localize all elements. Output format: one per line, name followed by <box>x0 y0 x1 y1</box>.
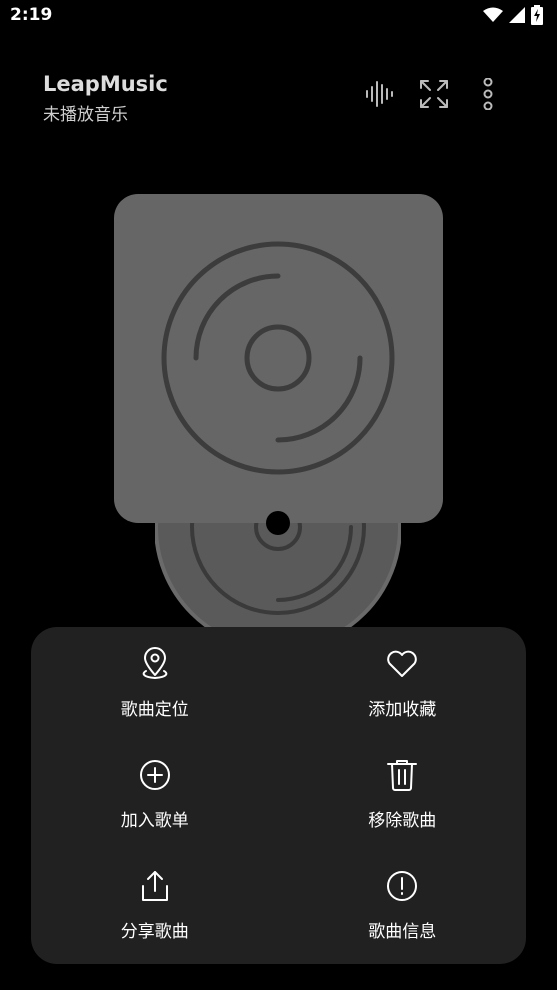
action-label: 移除歌曲 <box>368 811 437 831</box>
info-icon <box>385 869 419 903</box>
add-to-playlist-button[interactable]: 加入歌单 <box>31 738 279 849</box>
add-favorite-button[interactable]: 添加收藏 <box>279 627 527 738</box>
header-actions <box>353 77 515 114</box>
remove-song-button[interactable]: 移除歌曲 <box>279 738 527 849</box>
action-label: 分享歌曲 <box>120 922 189 942</box>
action-label: 加入歌单 <box>120 811 189 831</box>
fullscreen-button[interactable] <box>407 78 461 114</box>
actions-grid: 歌曲定位 添加收藏 加入歌单 移除歌曲 分享歌曲 歌曲信息 <box>31 627 526 964</box>
action-label: 歌曲信息 <box>368 922 437 942</box>
song-info-button[interactable]: 歌曲信息 <box>279 849 527 960</box>
status-time: 2:19 <box>10 5 53 25</box>
expand-icon <box>419 79 449 113</box>
action-label: 添加收藏 <box>368 700 437 720</box>
trash-icon <box>385 758 419 792</box>
more-vertical-icon <box>482 77 494 114</box>
now-playing-subtitle: 未播放音乐 <box>43 105 128 125</box>
heart-icon <box>385 647 419 681</box>
player-screen: 2:19 LeapMusic 未播放音乐 歌曲定位 添加收藏 加入歌单 移除歌曲… <box>0 0 557 990</box>
app-title: LeapMusic <box>43 72 168 96</box>
signal-icon <box>509 7 525 27</box>
disc-center-hole <box>266 511 290 535</box>
wifi-icon <box>483 7 503 27</box>
action-label: 歌曲定位 <box>120 700 189 720</box>
location-pin-icon <box>138 647 172 681</box>
locate-song-button[interactable]: 歌曲定位 <box>31 627 279 738</box>
status-icons <box>483 5 543 29</box>
add-circle-icon <box>138 758 172 792</box>
battery-charging-icon <box>531 5 543 29</box>
waveform-icon <box>365 79 395 113</box>
share-icon <box>138 869 172 903</box>
album-art-placeholder[interactable] <box>114 194 443 523</box>
more-options-button[interactable] <box>461 77 515 114</box>
song-actions-sheet: 歌曲定位 添加收藏 加入歌单 移除歌曲 分享歌曲 歌曲信息 <box>31 627 526 964</box>
share-song-button[interactable]: 分享歌曲 <box>31 849 279 960</box>
status-bar: 2:19 <box>0 0 557 30</box>
equalizer-button[interactable] <box>353 78 407 114</box>
